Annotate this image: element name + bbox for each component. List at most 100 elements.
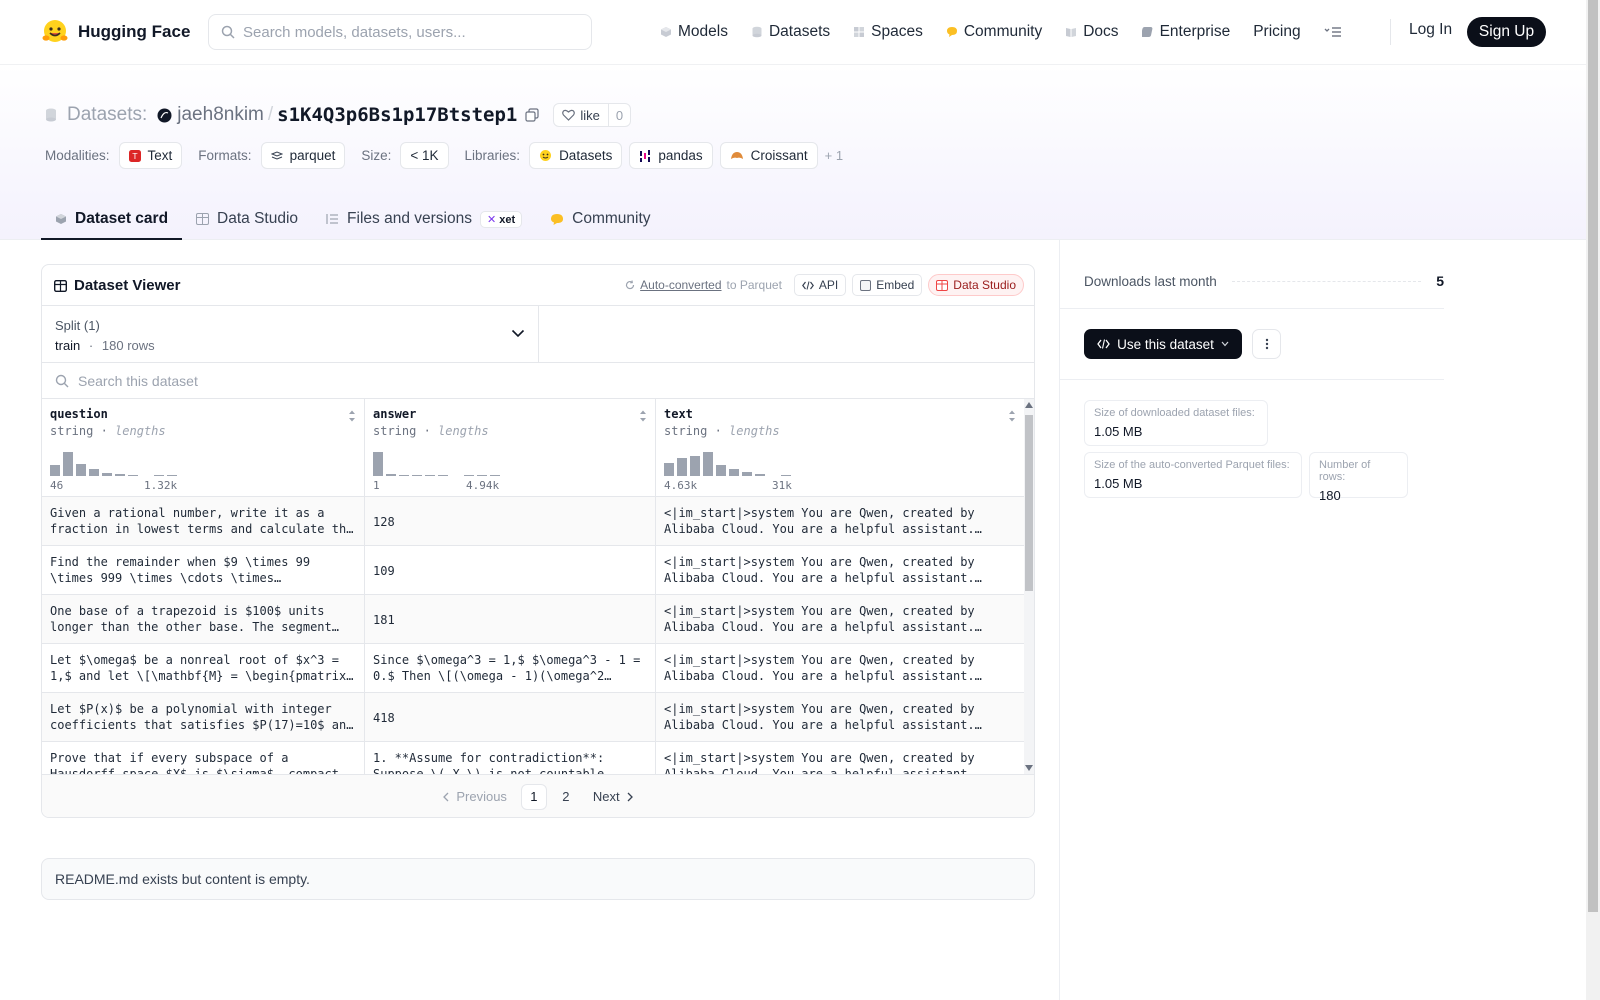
signup-button[interactable]: Sign Up xyxy=(1467,17,1546,47)
login-link[interactable]: Log In xyxy=(1409,21,1452,39)
cell-question[interactable]: Prove that if every subspace of a Hausdo… xyxy=(42,742,365,774)
scroll-up-arrow-icon[interactable] xyxy=(1025,402,1033,408)
histogram-bar[interactable] xyxy=(373,452,383,476)
tab-dataset-card[interactable]: Dataset card xyxy=(41,200,183,240)
cell-text-column[interactable]: <|im_start|>system You are Qwen, created… xyxy=(656,595,1024,644)
table-row[interactable]: Find the remainder when $9 \times 99 \ti… xyxy=(42,546,1024,595)
length-histogram[interactable] xyxy=(664,452,791,476)
dataset-owner-link[interactable]: jaeh8nkim xyxy=(177,104,264,126)
cell-text-column[interactable]: <|im_start|>system You are Qwen, created… xyxy=(656,693,1024,742)
global-search[interactable] xyxy=(208,14,592,50)
histogram-bar[interactable] xyxy=(464,474,474,476)
cell-answer[interactable]: Since $\omega^3 = 1,$ $\omega^3 - 1 = 0.… xyxy=(365,644,656,693)
nav-community[interactable]: Community xyxy=(946,23,1042,41)
histogram-bar[interactable] xyxy=(755,474,765,476)
length-histogram[interactable] xyxy=(373,452,500,476)
histogram-bar[interactable] xyxy=(63,452,73,476)
like-button[interactable]: like 0 xyxy=(553,103,632,127)
histogram-bar[interactable] xyxy=(438,474,448,476)
column-header-answer[interactable]: answer string · lengths 1 4.94k xyxy=(365,399,656,497)
nav-enterprise[interactable]: Enterprise xyxy=(1141,23,1230,41)
dataset-search-input[interactable] xyxy=(78,372,678,389)
tab-data-studio[interactable]: Data Studio xyxy=(182,200,312,240)
table-row[interactable]: Let $P(x)$ be a polynomial with integer … xyxy=(42,693,1024,742)
cell-question[interactable]: Let $P(x)$ be a polynomial with integer … xyxy=(42,693,365,742)
histogram-bar[interactable] xyxy=(664,462,674,476)
sort-icon[interactable] xyxy=(348,409,356,423)
cell-question[interactable]: Find the remainder when $9 \times 99 \ti… xyxy=(42,546,365,595)
page-scrollbar[interactable] xyxy=(1586,0,1600,1000)
previous-page-button[interactable]: Previous xyxy=(434,784,515,810)
hf-logo-link[interactable]: Hugging Face xyxy=(41,17,190,47)
cell-question[interactable]: Given a rational number, write it as a f… xyxy=(42,497,365,546)
page-2-button[interactable]: 2 xyxy=(553,784,579,810)
table-row[interactable]: Given a rational number, write it as a f… xyxy=(42,497,1024,546)
nav-docs[interactable]: Docs xyxy=(1065,23,1119,41)
page-1-button[interactable]: 1 xyxy=(520,783,547,810)
histogram-bar[interactable] xyxy=(490,474,500,476)
histogram-bar[interactable] xyxy=(703,452,713,476)
table-scrollbar-thumb[interactable] xyxy=(1025,415,1033,591)
more-libraries-link[interactable]: + 1 xyxy=(825,148,843,163)
next-page-button[interactable]: Next xyxy=(585,784,642,810)
cell-question[interactable]: One base of a trapezoid is $100$ units l… xyxy=(42,595,365,644)
library-tag-datasets[interactable]: Datasets xyxy=(529,142,623,169)
table-row[interactable]: One base of a trapezoid is $100$ units l… xyxy=(42,595,1024,644)
cell-answer[interactable]: 418 xyxy=(365,693,656,742)
histogram-bar[interactable] xyxy=(425,474,435,476)
copy-icon[interactable] xyxy=(525,108,539,122)
histogram-bar[interactable] xyxy=(89,468,99,476)
column-header-question[interactable]: question string · lengths 46 1.32k xyxy=(42,399,365,497)
histogram-bar[interactable] xyxy=(677,458,687,476)
library-tag-croissant[interactable]: Croissant xyxy=(719,142,818,169)
length-histogram[interactable] xyxy=(50,452,177,476)
table-row[interactable]: Prove that if every subspace of a Hausdo… xyxy=(42,742,1024,774)
use-this-dataset-button[interactable]: Use this dataset xyxy=(1084,329,1242,359)
format-tag-parquet[interactable]: parquet xyxy=(260,142,346,169)
cell-question[interactable]: Let $\omega$ be a nonreal root of $x^3 =… xyxy=(42,644,365,693)
cell-answer[interactable]: 128 xyxy=(365,497,656,546)
histogram-bar[interactable] xyxy=(690,455,700,476)
histogram-bar[interactable] xyxy=(141,475,151,476)
histogram-bar[interactable] xyxy=(729,468,739,476)
dataset-name-link[interactable]: s1K4Q3p6Bs1p17Btstep1 xyxy=(277,104,517,126)
scroll-down-arrow-icon[interactable] xyxy=(1025,765,1033,771)
histogram-bar[interactable] xyxy=(102,473,112,476)
column-header-text[interactable]: text string · lengths 4.63k 31k xyxy=(656,399,1024,497)
split-selector[interactable]: Split (1) train · 180 rows xyxy=(42,306,539,363)
cell-text-column[interactable]: <|im_start|>system You are Qwen, created… xyxy=(656,546,1024,595)
histogram-bar[interactable] xyxy=(386,473,396,476)
sort-icon[interactable] xyxy=(639,409,647,423)
histogram-bar[interactable] xyxy=(768,475,778,476)
table-scrollbar[interactable] xyxy=(1024,399,1034,774)
histogram-bar[interactable] xyxy=(167,474,177,476)
global-search-input[interactable] xyxy=(243,23,573,41)
data-studio-button[interactable]: Data Studio xyxy=(928,274,1024,296)
histogram-bar[interactable] xyxy=(399,474,409,476)
dataset-search[interactable] xyxy=(42,363,1034,399)
cell-text-column[interactable]: <|im_start|>system You are Qwen, created… xyxy=(656,742,1024,774)
size-tag[interactable]: < 1K xyxy=(400,142,449,169)
nav-datasets[interactable]: Datasets xyxy=(751,23,830,41)
cell-text-column[interactable]: <|im_start|>system You are Qwen, created… xyxy=(656,497,1024,546)
histogram-bar[interactable] xyxy=(781,474,791,476)
cell-answer[interactable]: 1. **Assume for contradiction**: Suppose… xyxy=(365,742,656,774)
histogram-bar[interactable] xyxy=(76,464,86,476)
histogram-bar[interactable] xyxy=(451,475,461,476)
tab-files-and-versions[interactable]: Files and versions ✕ xet xyxy=(312,200,536,240)
modality-tag-text[interactable]: T Text xyxy=(118,142,183,169)
cell-text-column[interactable]: <|im_start|>system You are Qwen, created… xyxy=(656,644,1024,693)
more-options-button[interactable] xyxy=(1252,329,1281,359)
table-row[interactable]: Let $\omega$ be a nonreal root of $x^3 =… xyxy=(42,644,1024,693)
histogram-bar[interactable] xyxy=(50,465,60,476)
api-button[interactable]: API xyxy=(793,274,847,296)
histogram-bar[interactable] xyxy=(742,472,752,476)
embed-button[interactable]: Embed xyxy=(852,274,923,296)
histogram-bar[interactable] xyxy=(154,474,164,476)
nav-spaces[interactable]: Spaces xyxy=(853,23,923,41)
histogram-bar[interactable] xyxy=(477,474,487,476)
cell-answer[interactable]: 181 xyxy=(365,595,656,644)
page-scrollbar-thumb[interactable] xyxy=(1588,0,1598,912)
histogram-bar[interactable] xyxy=(115,474,125,476)
nav-more-menu[interactable] xyxy=(1324,26,1342,38)
